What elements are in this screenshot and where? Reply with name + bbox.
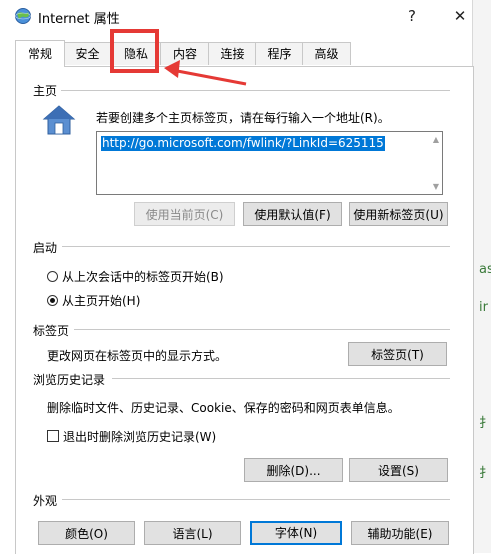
tab-advanced[interactable]: 高级	[302, 42, 351, 65]
delete-history-button[interactable]: 删除(D)...	[244, 458, 343, 482]
startup-homepage-label: 从主页开始(H)	[62, 294, 141, 308]
use-default-button[interactable]: 使用默认值(F)	[243, 202, 342, 226]
appearance-divider	[62, 499, 450, 500]
window-title: Internet 属性	[38, 12, 120, 27]
annotation-arrow-icon	[164, 60, 247, 86]
colors-button[interactable]: 颜色(O)	[38, 521, 135, 545]
startup-last-session-label: 从上次会话中的标签页开始(B)	[62, 270, 224, 284]
tabs-group-title: 标签页	[33, 322, 74, 339]
tab-security[interactable]: 安全	[63, 42, 112, 65]
delete-on-exit-label: 退出时删除浏览历史记录(W)	[63, 430, 217, 444]
side-fragment: 扌	[479, 416, 491, 431]
house-icon	[42, 105, 76, 135]
startup-last-session-radio[interactable]	[47, 271, 58, 282]
homepage-group-title: 主页	[33, 82, 62, 99]
appearance-group-title: 外观	[33, 492, 62, 509]
scroll-up-icon[interactable]: ▲	[433, 135, 439, 144]
startup-homepage-radio[interactable]	[47, 295, 58, 306]
help-button[interactable]: ?	[396, 4, 428, 28]
use-new-tab-button[interactable]: 使用新标签页(U)	[349, 202, 448, 226]
startup-divider	[62, 246, 450, 247]
background-window-strip: as ir 扌 扌	[472, 0, 491, 553]
tabs-settings-button[interactable]: 标签页(T)	[348, 342, 447, 366]
tab-programs[interactable]: 程序	[255, 42, 304, 65]
homepage-url-text: http://go.microsoft.com/fwlink/?LinkId=6…	[101, 136, 385, 151]
internet-globe-icon	[15, 8, 31, 24]
side-fragment: ir	[479, 300, 488, 315]
side-fragment: as	[479, 262, 491, 277]
highlight-box	[110, 29, 159, 73]
tabs-divider	[74, 329, 450, 330]
homepage-divider	[60, 90, 450, 91]
scroll-down-icon[interactable]: ▼	[433, 182, 439, 191]
use-current-button[interactable]: 使用当前页(C)	[134, 202, 235, 226]
side-fragment: 扌	[479, 466, 491, 481]
accessibility-button[interactable]: 辅助功能(E)	[351, 521, 449, 545]
homepage-url-textarea[interactable]: http://go.microsoft.com/fwlink/?LinkId=6…	[96, 131, 443, 195]
history-settings-button[interactable]: 设置(S)	[349, 458, 448, 482]
history-divider	[112, 378, 450, 379]
fonts-button[interactable]: 字体(N)	[250, 521, 342, 545]
history-group-title: 浏览历史记录	[33, 371, 110, 388]
homepage-description: 若要创建多个主页标签页，请在每行输入一个地址(R)。	[96, 111, 390, 125]
tab-general[interactable]: 常规	[15, 40, 65, 67]
title-bar: Internet 属性 ? ✕	[0, 0, 472, 32]
history-description: 删除临时文件、历史记录、Cookie、保存的密码和网页表单信息。	[47, 401, 400, 415]
startup-group-title: 启动	[33, 239, 62, 256]
delete-on-exit-checkbox[interactable]	[47, 430, 59, 442]
tabs-description: 更改网页在标签页中的显示方式。	[47, 349, 228, 363]
languages-button[interactable]: 语言(L)	[144, 521, 241, 545]
